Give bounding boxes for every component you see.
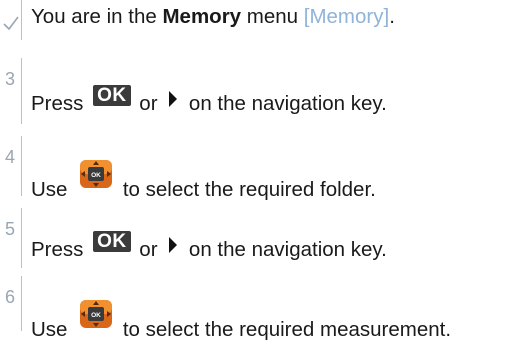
- step-text-part: Press: [31, 92, 90, 115]
- step-text-part: Use: [31, 178, 74, 201]
- menu-reference: [Memory]: [303, 5, 390, 28]
- step-text-part: menu: [241, 5, 304, 28]
- right-arrow-icon: [169, 237, 178, 253]
- step-text-part: to select the required folder.: [117, 178, 376, 201]
- step-text-part: Use: [31, 318, 74, 341]
- instruction-step-precondition: You are in the Memory menu [Memory].: [0, 0, 523, 40]
- step-divider: [21, 136, 22, 196]
- step-divider: [21, 208, 22, 268]
- step-text-part: You are in the: [31, 5, 163, 28]
- instruction-step-5: 5 Press OK or on the navigation key.: [0, 208, 523, 268]
- right-arrow-icon: [169, 91, 178, 107]
- svg-text:OK: OK: [91, 312, 101, 319]
- step-number: 5: [4, 219, 15, 239]
- check-icon: [2, 14, 22, 32]
- ok-key-icon: OK: [93, 231, 131, 252]
- navigation-key-icon: OK: [79, 299, 113, 329]
- step-text-part: on the navigation key.: [183, 238, 387, 261]
- step-text-part: .: [389, 5, 395, 28]
- step-number: 3: [4, 69, 15, 89]
- step-text-part: or: [133, 92, 164, 115]
- step-text-part: to select the required measurement.: [117, 318, 452, 341]
- step-number: 4: [4, 147, 15, 167]
- instruction-step-6: 6 Use OK to select the required measurem…: [0, 276, 523, 341]
- step-divider: [21, 58, 22, 124]
- step-text: Use OK to select the required folder.: [31, 160, 376, 202]
- step-number: 6: [4, 287, 15, 307]
- step-text: Press OK or on the navigation key.: [31, 85, 387, 116]
- step-divider: [21, 0, 22, 40]
- instruction-step-3: 3 Press OK or on the navigation key.: [0, 58, 523, 124]
- step-text: You are in the Memory menu [Memory].: [31, 5, 395, 29]
- menu-name: Memory: [162, 5, 242, 28]
- step-text: Use OK to select the required measuremen…: [31, 300, 452, 342]
- instruction-step-4: 4 Use OK to select the required folder.: [0, 136, 523, 201]
- step-text-part: on the navigation key.: [183, 92, 387, 115]
- step-text-part: or: [133, 238, 164, 261]
- ok-key-icon: OK: [93, 85, 131, 106]
- svg-text:OK: OK: [91, 172, 101, 179]
- navigation-key-icon: OK: [79, 159, 113, 189]
- step-text: Press OK or on the navigation key.: [31, 231, 387, 262]
- step-text-part: Press: [31, 238, 90, 261]
- step-divider: [21, 276, 22, 331]
